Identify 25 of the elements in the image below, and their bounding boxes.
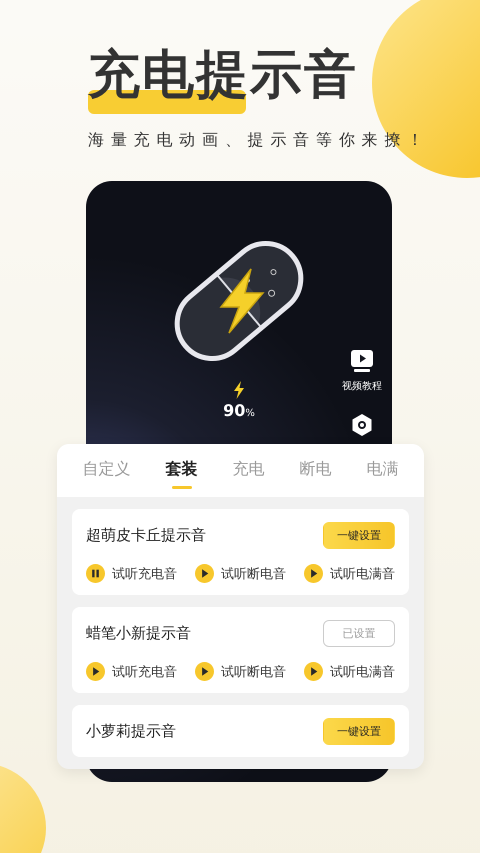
lightning-icon <box>233 381 245 399</box>
preview-label[interactable]: 试听断电音 <box>221 564 286 582</box>
sound-set-name: 超萌皮卡丘提示音 <box>86 526 206 544</box>
play-icon[interactable] <box>86 662 105 681</box>
set-button[interactable]: 一键设置 <box>323 718 395 744</box>
charge-percent: 90 <box>223 401 246 420</box>
preview-label[interactable]: 试听充电音 <box>112 564 177 582</box>
play-icon[interactable] <box>195 662 214 681</box>
preview-label[interactable]: 试听断电音 <box>221 662 286 680</box>
percent-sign: % <box>245 408 255 419</box>
play-icon[interactable] <box>195 564 214 583</box>
preview-label[interactable]: 试听电满音 <box>330 662 395 680</box>
settings-icon[interactable] <box>350 413 374 437</box>
preview-label[interactable]: 试听电满音 <box>330 564 395 582</box>
video-tutorial-label[interactable]: 视频教程 <box>342 379 382 393</box>
play-icon[interactable] <box>304 662 323 681</box>
headline: 充电提示音 <box>88 48 358 102</box>
sound-set-name: 蜡笔小新提示音 <box>86 624 191 642</box>
set-button[interactable]: 一键设置 <box>323 522 395 548</box>
tab[interactable]: 套装 <box>166 444 198 497</box>
pause-icon[interactable] <box>86 564 105 583</box>
sound-set-name: 小萝莉提示音 <box>86 722 176 740</box>
video-icon[interactable] <box>350 349 374 373</box>
preview-label[interactable]: 试听充电音 <box>112 662 177 680</box>
play-icon[interactable] <box>304 564 323 583</box>
